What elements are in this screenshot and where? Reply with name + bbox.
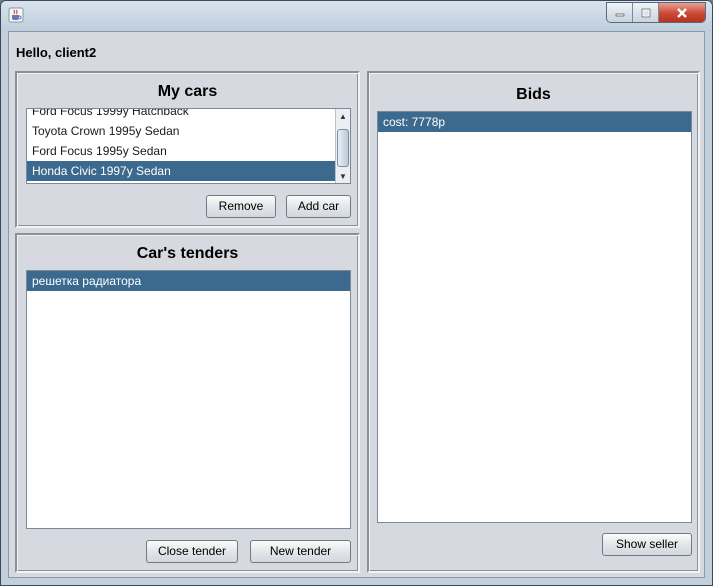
app-window: Hello, client2 My cars Ford Focus 1999y … — [0, 0, 713, 586]
scroll-up-icon[interactable]: ▲ — [336, 109, 350, 123]
bids-panel: Bids cost: 7778p Show seller — [367, 71, 700, 573]
tenders-panel: Car's tenders решетка радиатора Close te… — [15, 233, 360, 573]
title-bar[interactable] — [1, 1, 712, 31]
scroll-down-icon[interactable]: ▼ — [336, 169, 350, 183]
list-item-selected[interactable]: Honda Civic 1997y Sedan — [27, 161, 336, 181]
list-item-selected[interactable]: решетка радиатора — [27, 271, 350, 291]
remove-button[interactable]: Remove — [206, 195, 276, 218]
close-button[interactable] — [659, 3, 705, 22]
my-cars-list[interactable]: Ford Focus 1999y Hatchback Toyota Crown … — [26, 108, 351, 184]
maximize-icon — [641, 8, 650, 17]
window-controls — [606, 2, 706, 23]
scroll-thumb[interactable] — [337, 129, 349, 167]
java-cup-icon — [8, 7, 24, 23]
list-item-selected[interactable]: cost: 7778p — [378, 112, 691, 132]
tenders-list[interactable]: решетка радиатора — [26, 270, 351, 529]
content-pane: Hello, client2 My cars Ford Focus 1999y … — [8, 31, 705, 578]
minimize-icon — [615, 13, 624, 16]
list-item[interactable]: Toyota Crown 1995y Sedan — [27, 121, 350, 141]
new-tender-button[interactable]: New tender — [250, 540, 351, 563]
list-item[interactable]: Ford Focus 1999y Hatchback — [27, 109, 350, 121]
close-tender-button[interactable]: Close tender — [146, 540, 238, 563]
scrollbar[interactable]: ▲ ▼ — [335, 109, 350, 183]
bids-list[interactable]: cost: 7778p — [377, 111, 692, 523]
bids-title: Bids — [516, 86, 551, 103]
add-car-button[interactable]: Add car — [286, 195, 351, 218]
my-cars-title: My cars — [157, 83, 218, 100]
list-item[interactable]: Ford Focus 1995y Sedan — [27, 141, 350, 161]
show-seller-button[interactable]: Show seller — [602, 533, 692, 556]
close-icon — [677, 7, 687, 18]
my-cars-panel: My cars Ford Focus 1999y Hatchback Toyot… — [15, 71, 360, 228]
greeting-label: Hello, client2 — [16, 45, 97, 60]
maximize-button[interactable] — [633, 3, 659, 22]
minimize-button[interactable] — [607, 3, 633, 22]
tenders-title: Car's tenders — [136, 245, 239, 262]
